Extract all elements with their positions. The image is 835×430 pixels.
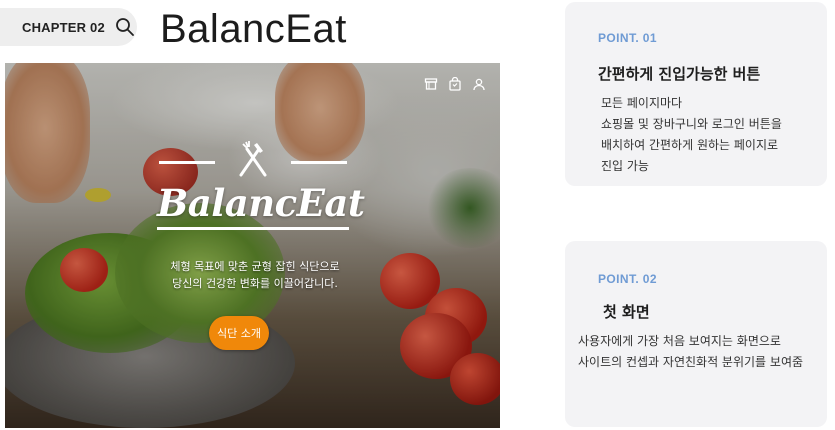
hero-image: BalancEat 체형 목표에 맞춘 균형 잡힌 식단으로 당신의 건강한 변…: [5, 63, 500, 428]
point-label: POINT. 02: [598, 272, 657, 286]
point-description: 모든 페이지마다 쇼핑몰 및 장바구니와 로그인 버튼을 배치하여 간편하게 원…: [601, 93, 782, 177]
hero-dim-overlay: [5, 63, 500, 428]
point-card-2: POINT. 02 첫 화면 사용자에게 가장 처음 보여지는 화면으로 사이트…: [565, 241, 827, 427]
logo-divider-right: [291, 161, 347, 164]
point-title: 간편하게 진입가능한 버튼: [598, 65, 761, 83]
point-desc-line: 배치하여 간편하게 원하는 페이지로: [601, 138, 779, 152]
hero-nav-icons: [424, 77, 486, 91]
fork-knife-icon: [239, 141, 267, 177]
point-label: POINT. 01: [598, 31, 657, 45]
chapter-pill[interactable]: CHAPTER 02: [0, 8, 137, 46]
point-title: 첫 화면: [603, 303, 650, 321]
point-desc-line: 모든 페이지마다: [601, 96, 683, 110]
tagline-line: 체형 목표에 맞춘 균형 잡힌 식단으로: [170, 260, 340, 273]
logo-divider-left: [159, 161, 215, 164]
search-icon[interactable]: [115, 17, 135, 37]
logo-underline: [157, 227, 349, 230]
diet-intro-button[interactable]: 식단 소개: [209, 316, 269, 350]
shopping-bag-icon[interactable]: [448, 77, 462, 91]
point-desc-line: 사용자에게 가장 처음 보여지는 화면으로: [578, 334, 781, 348]
hero-logo: BalancEat: [157, 139, 365, 230]
point-desc-line: 사이트의 컨셉과 자연친화적 분위기를 보여줌: [578, 355, 804, 369]
hero-tagline: 체형 목표에 맞춘 균형 잡힌 식단으로 당신의 건강한 변화를 이끌어갑니다.: [125, 258, 385, 292]
user-icon[interactable]: [472, 77, 486, 91]
point-desc-line: 쇼핑몰 및 장바구니와 로그인 버튼을: [601, 117, 782, 131]
logo-wordmark: BalancEat: [157, 181, 365, 225]
store-icon[interactable]: [424, 77, 438, 91]
point-card-1: POINT. 01 간편하게 진입가능한 버튼 모든 페이지마다 쇼핑몰 및 장…: [565, 2, 827, 186]
page-title: BalancEat: [160, 7, 347, 51]
chapter-label: CHAPTER 02: [22, 19, 105, 35]
point-desc-line: 진입 가능: [601, 159, 649, 173]
tagline-line: 당신의 건강한 변화를 이끌어갑니다.: [172, 277, 338, 290]
point-description: 사용자에게 가장 처음 보여지는 화면으로 사이트의 컨셉과 자연친화적 분위기…: [578, 331, 803, 373]
